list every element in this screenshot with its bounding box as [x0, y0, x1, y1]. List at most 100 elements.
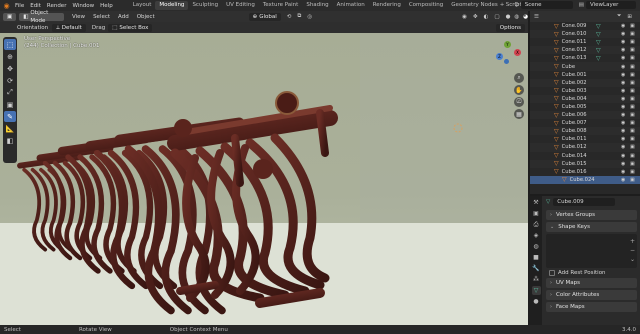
camera-icon[interactable]: ▣: [630, 80, 635, 86]
eye-icon[interactable]: ◉: [621, 112, 625, 118]
orientation-dropdown[interactable]: ⟂ Default: [52, 23, 86, 32]
eye-icon[interactable]: ◉: [621, 23, 625, 29]
menu-window[interactable]: Window: [72, 3, 94, 9]
scene-selector[interactable]: Scene: [520, 1, 573, 9]
add-rest-position-checkbox[interactable]: [549, 270, 555, 276]
list-item[interactable]: ▽ Cube ◉ ▣: [530, 62, 640, 71]
eye-icon[interactable]: ◉: [621, 136, 625, 142]
vertex-groups-panel[interactable]: › Vertex Groups: [546, 210, 637, 220]
move-tool-icon[interactable]: ✥: [4, 63, 16, 74]
menu-add[interactable]: Add: [118, 14, 129, 20]
editor-type-button[interactable]: ▣: [3, 12, 17, 21]
list-item[interactable]: ▽ Cube.007 ◉ ▣: [530, 119, 640, 127]
tab-texture-paint[interactable]: Texture Paint: [259, 1, 303, 10]
outliner-editor-icon[interactable]: ☰: [534, 14, 539, 20]
eye-icon[interactable]: ◉: [621, 96, 625, 102]
menu-help[interactable]: Help: [100, 3, 113, 9]
menu-select[interactable]: Select: [93, 14, 110, 20]
eye-icon[interactable]: ◉: [621, 31, 625, 37]
menu-file[interactable]: File: [15, 3, 24, 9]
camera-icon[interactable]: ▣: [630, 72, 635, 78]
face-maps-panel[interactable]: › Face Maps: [546, 302, 637, 312]
camera-icon[interactable]: ▣: [630, 39, 635, 45]
tab-modeling[interactable]: Modeling: [155, 1, 189, 10]
navigation-gizmo[interactable]: Y X Z: [492, 41, 522, 69]
camera-icon[interactable]: ▣: [630, 31, 635, 37]
menu-down-icon[interactable]: ⌄: [630, 255, 635, 264]
add-workspace-icon[interactable]: +: [500, 2, 505, 8]
pan-hand-icon[interactable]: ✋: [514, 85, 524, 95]
modifier-tab-icon[interactable]: 🔧: [532, 264, 541, 273]
camera-icon[interactable]: ▣: [630, 23, 635, 29]
camera-icon[interactable]: ▣: [630, 64, 635, 70]
list-item[interactable]: ▽ Cube.008 ◉ ▣: [530, 127, 640, 136]
outliner-filter-icon[interactable]: ⏷: [617, 13, 621, 20]
view-layer-selector[interactable]: ViewLayer: [586, 1, 636, 9]
gizmo-z-axis-icon[interactable]: Z: [496, 53, 503, 60]
list-item[interactable]: ▽ Cube.004 ◉ ▣: [530, 94, 640, 103]
tab-shading[interactable]: Shading: [302, 1, 332, 10]
list-item[interactable]: ▽ Cube.005 ◉ ▣: [530, 103, 640, 111]
tab-sculpting[interactable]: Sculpting: [188, 1, 222, 10]
annotate-tool-icon[interactable]: ✎: [4, 111, 16, 122]
new-collection-icon[interactable]: ⊞: [627, 14, 632, 20]
camera-view-icon[interactable]: ⎚: [514, 97, 524, 107]
list-item[interactable]: ▽ Cube.001 ◉ ▣: [530, 71, 640, 79]
list-item-selected[interactable]: ▽ Cube.024 ◉ ▣: [530, 175, 640, 184]
camera-icon[interactable]: ▣: [630, 55, 635, 61]
eye-icon[interactable]: ◉: [621, 64, 625, 70]
list-item[interactable]: ▽ Cube.014 ◉ ▣: [530, 152, 640, 160]
camera-icon[interactable]: ▣: [630, 169, 635, 175]
gizmo-y-axis-icon[interactable]: Y: [504, 41, 511, 48]
list-item[interactable]: ▽ Cone.010 ▽ ◉ ▣: [530, 30, 640, 39]
tab-rendering[interactable]: Rendering: [369, 1, 405, 10]
list-item[interactable]: ▽ Cone.013 ▽ ◉ ▣: [530, 54, 640, 62]
eye-icon[interactable]: ◉: [621, 104, 625, 110]
drag-dropdown[interactable]: ⬚ Select Box: [108, 23, 153, 32]
particles-tab-icon[interactable]: ⁂: [532, 275, 541, 284]
color-attributes-panel[interactable]: › Color Attributes: [546, 290, 637, 300]
3d-viewport[interactable]: User Perspective (244) Collection | Cube…: [0, 33, 528, 325]
tab-uv-editing[interactable]: UV Editing: [222, 1, 259, 10]
list-item[interactable]: ▽ Cone.011 ▽ ◉ ▣: [530, 38, 640, 46]
tab-layout[interactable]: Layout: [129, 1, 156, 10]
add-cube-tool-icon[interactable]: ◧: [4, 135, 16, 146]
eye-icon[interactable]: ◉: [621, 120, 625, 126]
camera-icon[interactable]: ▣: [630, 161, 635, 167]
mesh-data-tab-icon[interactable]: ▽: [531, 286, 541, 295]
gizmo-icon[interactable]: ✥: [473, 14, 478, 20]
eye-icon[interactable]: ◉: [621, 39, 625, 45]
object-name-field[interactable]: Cube.009: [553, 198, 616, 206]
scale-tool-icon[interactable]: ⤢: [4, 87, 16, 98]
eye-icon[interactable]: ◉: [621, 80, 625, 86]
list-item[interactable]: ▽ Cube.012 ◉ ▣: [530, 143, 640, 152]
camera-icon[interactable]: ▣: [630, 104, 635, 110]
list-item[interactable]: ▽ Cube.011 ◉ ▣: [530, 135, 640, 143]
pivot-icon[interactable]: ⟲: [287, 14, 292, 20]
overlays-icon[interactable]: ◐: [484, 14, 489, 20]
camera-icon[interactable]: ▣: [630, 120, 635, 126]
zoom-icon[interactable]: ⌕: [514, 73, 524, 83]
camera-icon[interactable]: ▣: [630, 96, 635, 102]
eye-icon[interactable]: ◉: [621, 55, 625, 61]
camera-icon[interactable]: ▣: [630, 112, 635, 118]
camera-icon[interactable]: ▣: [630, 88, 635, 94]
eye-icon[interactable]: ◉: [621, 161, 625, 167]
camera-icon[interactable]: ▣: [630, 144, 635, 150]
camera-icon[interactable]: ▣: [630, 47, 635, 53]
camera-icon[interactable]: ▣: [630, 136, 635, 142]
add-rest-position-row[interactable]: Add Rest Position: [546, 270, 637, 276]
cursor-tool-icon[interactable]: ⊕: [4, 51, 16, 62]
eye-icon[interactable]: ◉: [621, 177, 625, 183]
list-item[interactable]: ▽ Cube.015 ◉ ▣: [530, 159, 640, 168]
select-box-tool-icon[interactable]: ⬚: [4, 39, 16, 50]
camera-icon[interactable]: ▣: [630, 177, 635, 183]
camera-icon[interactable]: ▣: [630, 153, 635, 159]
eye-icon[interactable]: ◉: [621, 144, 625, 150]
shape-keys-list[interactable]: + − ⌄: [546, 234, 637, 268]
list-item[interactable]: ▽ Cube.006 ◉ ▣: [530, 111, 640, 120]
list-item[interactable]: ▽ Cube.003 ◉ ▣: [530, 87, 640, 95]
measure-tool-icon[interactable]: 📐: [4, 123, 16, 134]
render-tab-icon[interactable]: ▣: [532, 209, 541, 218]
object-tab-icon[interactable]: ■: [532, 253, 541, 262]
